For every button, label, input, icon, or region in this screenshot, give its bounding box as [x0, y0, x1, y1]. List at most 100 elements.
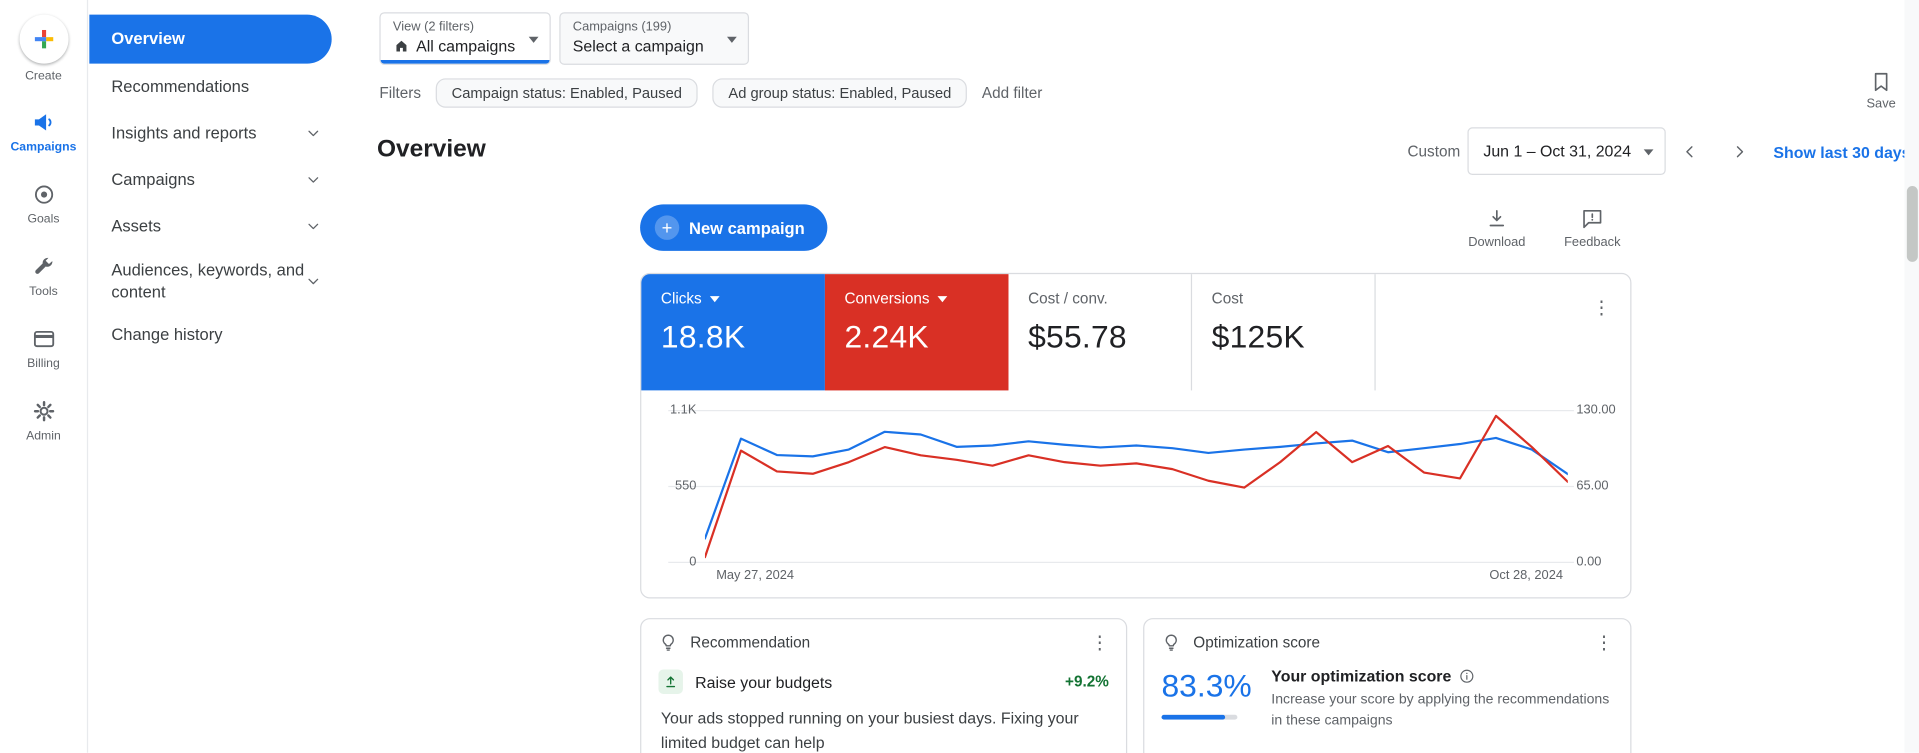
rail-item-campaigns[interactable]: Campaigns [3, 100, 84, 164]
sidebar-item-label: Change history [111, 325, 223, 345]
trend-up-icon [658, 669, 683, 694]
feedback-label: Feedback [1564, 234, 1621, 250]
metric-label: Cost [1211, 290, 1244, 308]
x-axis-start-label: May 27, 2024 [716, 567, 795, 583]
card-menu-kebab-icon[interactable]: ⋮ [1595, 634, 1613, 652]
rail-item-goals[interactable]: Goals [3, 173, 84, 237]
sidebar-item-assets[interactable]: Assets [89, 203, 334, 250]
save-bookmark-icon [1870, 71, 1892, 93]
date-range-selector[interactable]: Jun 1 – Oct 31, 2024 [1467, 127, 1666, 176]
metric-tab-clicks[interactable]: Clicks 18.8K [641, 274, 825, 391]
vertical-scrollbar[interactable] [1904, 0, 1919, 753]
right-axis-tick: 0.00 [1576, 554, 1602, 570]
metric-tab-conversions[interactable]: Conversions 2.24K [824, 274, 1009, 391]
tools-wrench-icon [31, 255, 55, 279]
metrics-chart-card: Clicks 18.8K Conversions 2.24K Cost / co… [640, 272, 1632, 599]
metric-value: $55.78 [1028, 318, 1127, 355]
metric-label: Cost / conv. [1028, 290, 1108, 308]
secondary-sidebar: Overview Recommendations Insights and re… [89, 0, 335, 753]
view-selector-label: View (2 filters) [392, 19, 475, 35]
metric-label: Clicks [660, 290, 702, 308]
filter-chip-ad-group-status[interactable]: Ad group status: Enabled, Paused [712, 77, 968, 108]
optimization-score-card: Optimization score ⋮ 83.3% Your optimiza… [1143, 618, 1632, 753]
rail-item-billing[interactable]: Billing [3, 317, 84, 381]
metric-label: Conversions [844, 290, 930, 308]
chevron-down-icon [305, 218, 322, 235]
sidebar-item-label: Recommendations [111, 77, 250, 96]
optimization-heading: Your optimization score [1271, 667, 1452, 686]
sidebar-item-label: Campaigns [111, 170, 195, 189]
save-label: Save [1866, 96, 1896, 112]
sidebar-item-label: Audiences, keywords, and content [111, 260, 305, 301]
optimization-score-value: 83.3% [1161, 667, 1252, 704]
metric-tab-cost-per-conv[interactable]: Cost / conv. $55.78 [1008, 274, 1193, 391]
left-axis-tick: 0 [689, 554, 697, 570]
card-title: Recommendation [690, 633, 811, 652]
chart-gridline [668, 561, 1574, 563]
download-icon [1486, 208, 1508, 230]
show-last-30-days-link[interactable]: Show last 30 days [1773, 143, 1910, 161]
metric-value: $125K [1211, 318, 1305, 355]
metric-tab-cost[interactable]: Cost $125K [1192, 274, 1376, 391]
new-campaign-button[interactable]: + New campaign [640, 204, 827, 251]
scrollbar-thumb[interactable] [1906, 186, 1918, 262]
campaign-selector-label: Campaigns (199) [572, 19, 672, 35]
goals-target-icon [31, 182, 55, 206]
google-ads-overview-page: Create Campaigns Goals Tools Billing Adm… [0, 0, 1919, 753]
campaigns-megaphone-icon [31, 110, 55, 134]
page-title: Overview [376, 135, 486, 163]
rail-item-label: Create [25, 69, 62, 84]
sidebar-item-change-history[interactable]: Change history [89, 312, 334, 359]
download-button[interactable]: Download [1466, 208, 1527, 250]
create-button[interactable]: Create [18, 14, 68, 84]
card-menu-kebab-icon[interactable]: ⋮ [1592, 299, 1610, 317]
left-axis-tick: 1.1K [669, 402, 697, 418]
right-axis-tick: 65.00 [1576, 478, 1609, 494]
save-button[interactable]: Save [1855, 71, 1906, 111]
card-menu-kebab-icon[interactable]: ⋮ [1090, 634, 1108, 652]
sidebar-item-recommendations[interactable]: Recommendations [89, 64, 334, 111]
billing-card-icon [31, 327, 55, 351]
lightbulb-icon [658, 633, 678, 653]
x-axis-end-label: Oct 28, 2024 [1489, 567, 1563, 583]
create-plus-icon [18, 14, 68, 64]
optimization-body: Increase your score by applying the reco… [1271, 692, 1610, 728]
recommendation-body: Your ads stopped running on your busiest… [660, 708, 1079, 751]
sidebar-item-campaigns[interactable]: Campaigns [89, 157, 334, 204]
sidebar-item-insights-and-reports[interactable]: Insights and reports [89, 110, 334, 157]
admin-gear-icon [31, 399, 55, 423]
sidebar-item-label: Overview [111, 29, 185, 48]
active-view-underline [380, 59, 550, 64]
home-icon [393, 37, 410, 54]
previous-period-button[interactable] [1676, 137, 1705, 166]
rail-item-admin[interactable]: Admin [3, 389, 84, 453]
view-selector-dropdown[interactable]: View (2 filters) All campaigns [379, 12, 551, 65]
optimization-progress-bar [1161, 714, 1238, 720]
feedback-icon [1581, 208, 1603, 230]
feedback-button[interactable]: Feedback [1562, 208, 1623, 250]
sidebar-item-audiences-keywords-content[interactable]: Audiences, keywords, and content [89, 250, 334, 313]
campaign-selector-dropdown[interactable]: Campaigns (199) Select a campaign [559, 12, 750, 65]
sidebar-item-label: Insights and reports [111, 123, 257, 143]
date-range-value: Jun 1 – Oct 31, 2024 [1483, 141, 1632, 161]
plus-icon: + [654, 215, 680, 240]
card-title: Optimization score [1193, 633, 1320, 652]
chevron-down-icon [938, 295, 948, 302]
filters-label: Filters [379, 83, 422, 101]
view-selector-value: All campaigns [416, 36, 516, 56]
performance-line-chart[interactable] [704, 411, 1568, 562]
chevron-down-icon [710, 295, 721, 302]
add-filter-button[interactable]: Add filter [982, 84, 1042, 101]
metric-tabs: Clicks 18.8K Conversions 2.24K Cost / co… [641, 274, 1630, 391]
rail-item-tools[interactable]: Tools [3, 245, 84, 309]
info-icon[interactable] [1459, 668, 1475, 684]
recommendation-item[interactable]: Raise your budgets +9.2% [641, 662, 1126, 694]
next-period-button[interactable] [1724, 137, 1753, 166]
filter-bar: Filters Campaign status: Enabled, Paused… [379, 77, 1042, 108]
campaign-selector-value: Select a campaign [572, 36, 704, 56]
rail-item-label: Admin [26, 429, 61, 444]
filter-chip-campaign-status[interactable]: Campaign status: Enabled, Paused [435, 77, 698, 108]
sidebar-item-overview[interactable]: Overview [89, 14, 332, 64]
chevron-down-icon [305, 272, 322, 289]
download-label: Download [1468, 234, 1526, 250]
